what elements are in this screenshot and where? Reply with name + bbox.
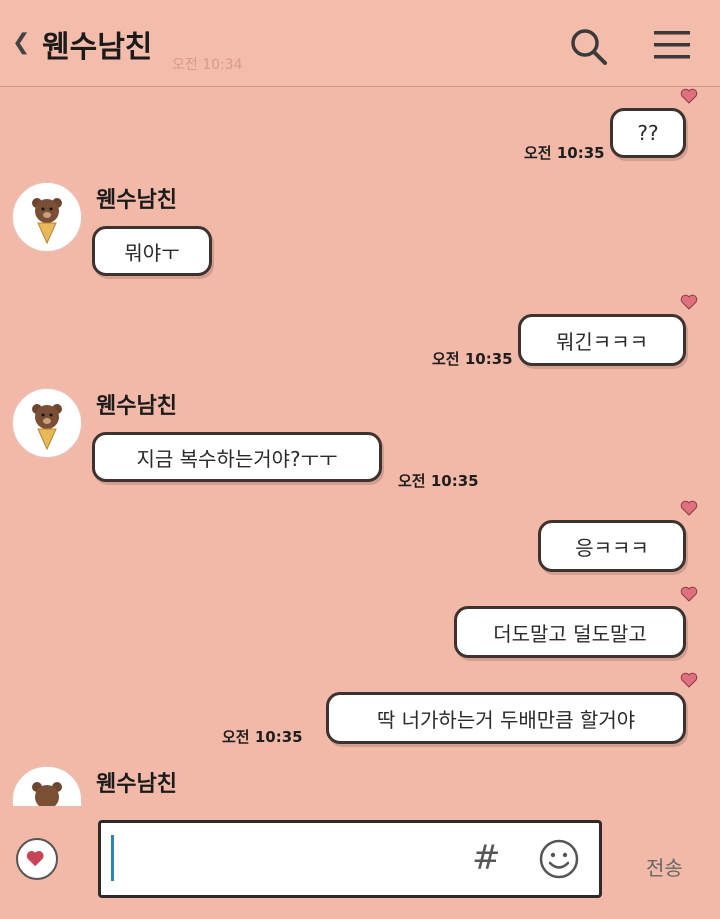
heart-icon [680, 586, 698, 602]
message-timestamp: 오전 10:35 [524, 144, 605, 162]
message-bubble-received[interactable]: 지금 복수하는거야?ㅜㅜ [92, 432, 382, 482]
avatar[interactable] [12, 182, 82, 252]
message-bubble-sent[interactable]: 응ㅋㅋㅋ [538, 520, 686, 572]
bear-avatar-icon [32, 782, 62, 807]
bear-avatar-icon [32, 198, 62, 245]
message-bubble-sent[interactable]: 더도말고 덜도말고 [454, 606, 686, 658]
send-button[interactable]: 전송 [646, 852, 683, 881]
heart-icon [680, 294, 698, 310]
heart-icon [680, 500, 698, 516]
message-text: 더도말고 덜도말고 [493, 621, 647, 646]
message-bubble-sent[interactable]: ?? [610, 108, 686, 158]
message-text: ?? [637, 121, 659, 145]
chevron-left-icon[interactable]: ❮ [12, 30, 30, 55]
avatar[interactable] [12, 766, 82, 808]
hash-tag-button[interactable]: # [472, 838, 501, 878]
message-text: 지금 복수하는거야?ㅜㅜ [136, 446, 338, 471]
sender-name: 웬수남친 [96, 188, 177, 213]
bear-avatar-icon [32, 404, 62, 451]
message-text: 응ㅋㅋㅋ [575, 535, 649, 560]
message-input[interactable] [98, 820, 602, 898]
message-timestamp: 오전 10:35 [398, 472, 479, 490]
chat-header: ❮ 웬수남친 오전 10:34 [0, 0, 720, 87]
chat-title: 웬수남친 [42, 30, 153, 65]
message-text: 딱 너가하는거 두배만큼 할거야 [376, 707, 636, 732]
heart-icon [680, 672, 698, 688]
message-timestamp: 오전 10:35 [432, 350, 513, 368]
heart-icon [680, 88, 698, 104]
message-timestamp: 오전 10:35 [222, 728, 303, 746]
heart-emoticon-icon[interactable] [16, 838, 58, 880]
sender-name: 웬수남친 [96, 772, 177, 797]
message-text: 뭐야ㅜ [124, 240, 180, 265]
message-bubble-sent[interactable]: 뭐긴ㅋㅋㅋ [518, 314, 686, 366]
smile-icon[interactable] [538, 838, 580, 880]
message-text: 뭐긴ㅋㅋㅋ [556, 329, 648, 354]
hamburger-menu-icon[interactable] [652, 28, 692, 62]
message-bubble-received[interactable]: 뭐야ㅜ [92, 226, 212, 276]
sender-name: 웬수남친 [96, 394, 177, 419]
text-caret [111, 835, 114, 881]
avatar[interactable] [12, 388, 82, 458]
faint-timestamp: 오전 10:34 [172, 57, 243, 73]
search-icon[interactable] [568, 26, 608, 66]
message-bubble-sent[interactable]: 딱 너가하는거 두배만큼 할거야 [326, 692, 686, 744]
